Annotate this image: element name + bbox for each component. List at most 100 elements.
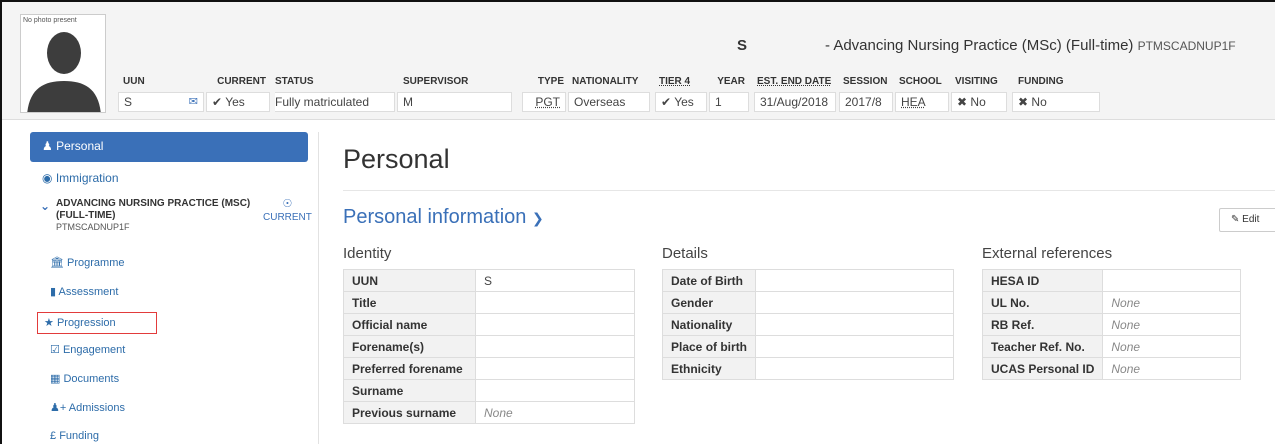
sidebar-item-immigration[interactable]: ◉ Immigration — [30, 162, 308, 192]
field-label: Preferred forename — [343, 357, 476, 380]
field-value — [475, 313, 635, 336]
field-label: Surname — [343, 379, 476, 402]
visiting-value: ✖ No — [951, 92, 1007, 112]
identity-title: Identity — [343, 245, 392, 262]
student-name: S — [737, 37, 748, 54]
sidebar-item-documents[interactable]: ▦ Documents — [30, 366, 308, 395]
external-references-title: External references — [982, 245, 1113, 262]
checkbox-icon: ☑ — [50, 344, 60, 356]
session-value: 2017/8 — [839, 92, 893, 112]
check-icon: ✔ — [661, 95, 672, 109]
sidebar: ♟ Personal ◉ Immigration ⌄ ADVANCING NUR… — [30, 132, 312, 444]
main-content: Personal Personal information ❯ ✎ Edit I… — [343, 132, 1275, 424]
nationality-label: NATIONALITY — [572, 76, 639, 87]
type-value: PGT — [522, 92, 566, 112]
users-add-icon: ♟+ — [50, 402, 67, 414]
details-table: Date of Birth Gender Nationality Place of b… — [661, 269, 954, 380]
field-label: Previous surname — [343, 401, 476, 424]
field-value — [755, 313, 954, 336]
table-row: RB Ref. None — [981, 313, 1241, 336]
school-value: HEA — [895, 92, 949, 112]
page-title: Personal — [343, 144, 450, 174]
edit-button[interactable]: ✎ Edit — [1219, 208, 1275, 232]
sidebar-item-programme[interactable]: 🏛 Programme — [30, 250, 308, 279]
funding-label: FUNDING — [1018, 76, 1064, 87]
sidebar-programme-group[interactable]: ⌄ ADVANCING NURSING PRACTICE (MSC) (FULL… — [30, 192, 312, 250]
header-year: YEAR 1 — [709, 74, 749, 112]
field-value — [755, 269, 954, 292]
divider — [343, 190, 1275, 191]
chevron-down-icon[interactable]: ⌄ — [40, 199, 50, 213]
header-nationality: NATIONALITY Overseas — [568, 74, 650, 112]
student-header: No photo present S - Advancing Nursing P… — [2, 2, 1275, 120]
book-icon: ▮ — [50, 286, 57, 298]
cross-icon: ✖ — [957, 95, 968, 109]
field-value — [475, 379, 635, 402]
header-type: TYPE PGT — [522, 74, 566, 112]
school-label: SCHOOL — [899, 76, 942, 87]
programme-code: PTMSCADNUP1F — [1137, 39, 1236, 53]
field-label: Place of birth — [661, 335, 757, 358]
table-row: Forename(s) — [343, 335, 635, 358]
table-row: Surname — [343, 379, 635, 402]
sidebar-item-assessment[interactable]: ▮ Assessment — [30, 279, 308, 308]
header-funding: FUNDING ✖ No — [1012, 74, 1100, 112]
user-icon: ♟ — [42, 139, 53, 153]
funding-value: ✖ No — [1012, 92, 1100, 112]
field-value: S — [475, 269, 635, 292]
bank-icon: 🏛 — [50, 257, 64, 269]
current-badge: ☉ CURRENT — [263, 198, 312, 223]
field-value: None — [1102, 291, 1241, 314]
field-value — [1102, 269, 1241, 292]
header-current: CURRENT ✔ Yes — [206, 74, 270, 112]
field-value: None — [1102, 313, 1241, 336]
section-title[interactable]: Personal information ❯ — [343, 206, 544, 229]
globe-icon: ◉ — [42, 171, 53, 185]
uun-label: UUN — [123, 76, 145, 87]
header-session: SESSION 2017/8 — [839, 74, 893, 112]
year-value: 1 — [709, 92, 749, 112]
pencil-icon: ✎ — [1231, 214, 1240, 225]
sidebar-item-admissions[interactable]: ♟+ Admissions — [30, 395, 308, 424]
field-value — [755, 335, 954, 358]
field-label: Forename(s) — [343, 335, 476, 358]
tier4-label: TIER 4 — [659, 76, 691, 87]
file-icon: ▦ — [50, 373, 61, 385]
field-value — [755, 357, 954, 380]
field-label: HESA ID — [981, 269, 1104, 292]
header-uun: UUN S ✉ — [118, 74, 204, 112]
app-frame: No photo present S - Advancing Nursing P… — [0, 0, 1275, 444]
student-title: S - Advancing Nursing Practice (MSc) (Fu… — [737, 37, 1236, 54]
nationality-value: Overseas — [568, 92, 650, 112]
current-label: CURRENT — [217, 76, 266, 87]
field-value — [475, 357, 635, 380]
field-label: UUN — [343, 269, 476, 292]
field-label: RB Ref. — [981, 313, 1104, 336]
sidebar-divider — [318, 132, 319, 444]
sidebar-item-funding[interactable]: £ Funding — [30, 424, 308, 444]
sidebar-item-progression[interactable]: ★ Progression — [37, 312, 157, 334]
table-row: Place of birth — [661, 335, 954, 358]
table-row: UUN S — [343, 269, 635, 292]
field-value: None — [1102, 357, 1241, 380]
sidebar-item-engagement[interactable]: ☑ Engagement — [30, 337, 308, 366]
header-est-end-date: EST. END DATE 31/Aug/2018 — [754, 74, 836, 112]
field-label: Official name — [343, 313, 476, 336]
header-school: SCHOOL HEA — [895, 74, 949, 112]
field-value — [475, 291, 635, 314]
chevron-down-icon[interactable]: ❯ — [532, 210, 544, 226]
pound-icon: £ — [50, 430, 57, 442]
silhouette-icon — [27, 32, 101, 112]
field-label: UCAS Personal ID — [981, 357, 1104, 380]
check-icon: ✔ — [212, 95, 223, 109]
envelope-icon[interactable]: ✉ — [189, 95, 198, 108]
est-end-date-value: 31/Aug/2018 — [754, 92, 836, 112]
sidebar-item-personal[interactable]: ♟ Personal — [30, 132, 308, 162]
cross-icon: ✖ — [1018, 95, 1029, 109]
header-supervisor: SUPERVISOR M — [397, 74, 512, 112]
field-label: Date of Birth — [661, 269, 757, 292]
header-visiting: VISITING ✖ No — [951, 74, 1007, 112]
field-value: None — [475, 401, 635, 424]
table-row: Previous surname None — [343, 401, 635, 424]
star-icon: ★ — [44, 317, 54, 329]
